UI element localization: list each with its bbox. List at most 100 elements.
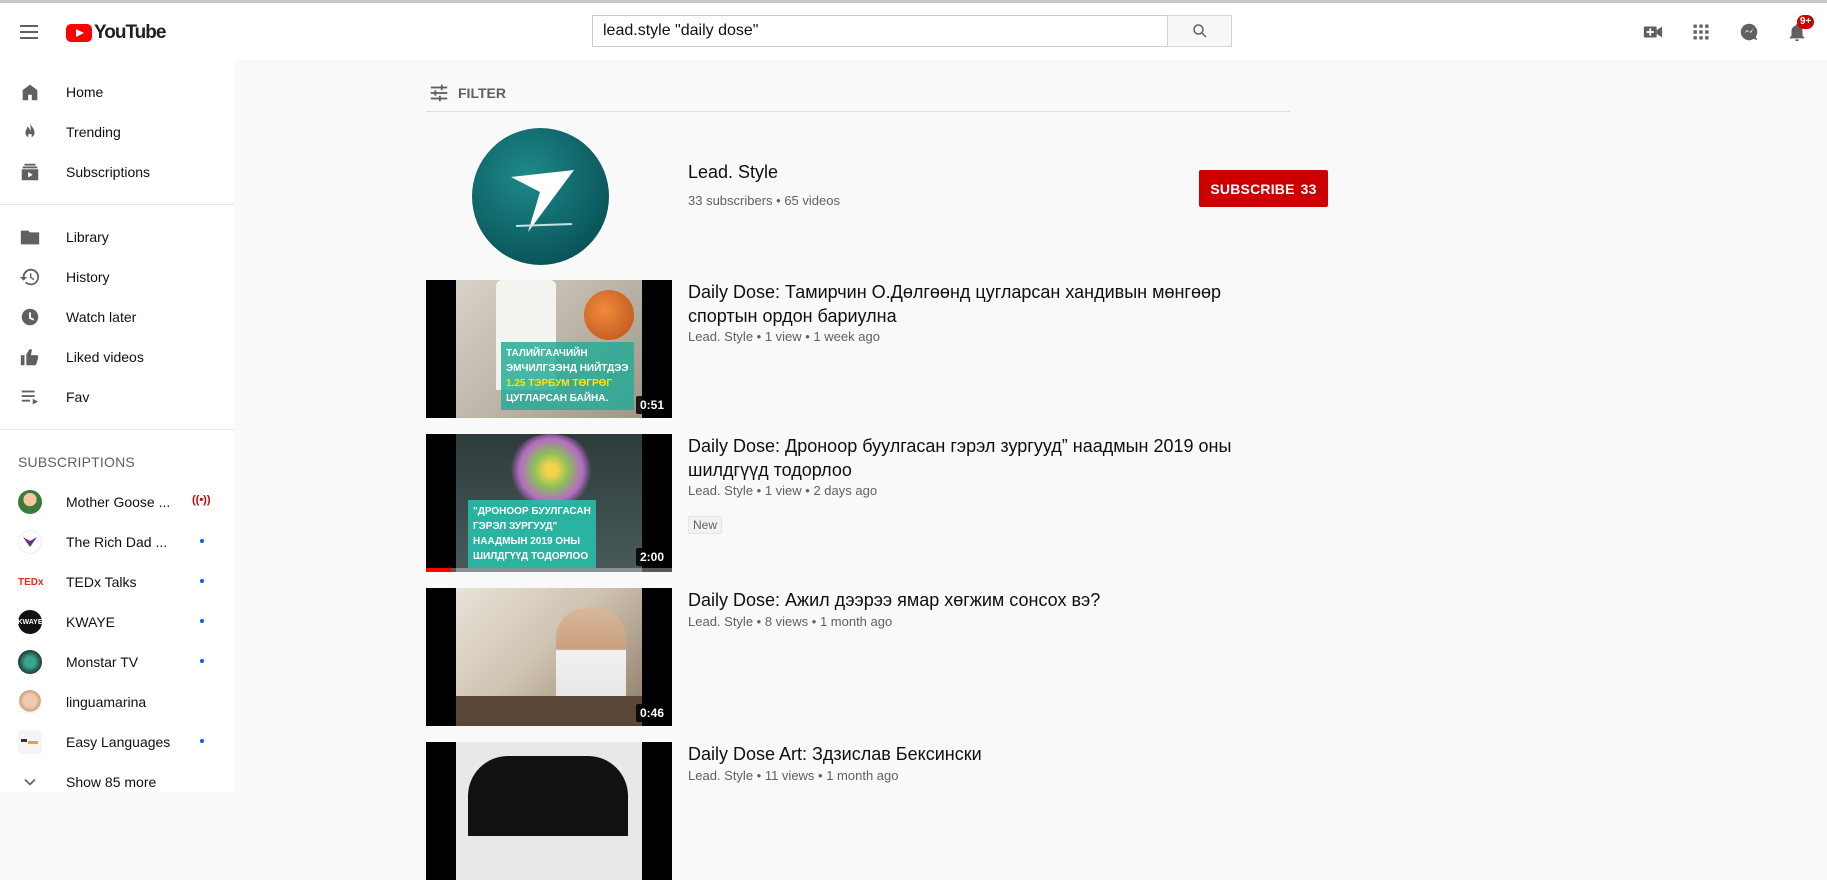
- search-button[interactable]: [1167, 15, 1232, 47]
- channel-avatar: [18, 690, 42, 714]
- chevron-down-icon: [18, 770, 42, 794]
- search-results: FILTER Lead. Style 33 subscribers • 65 v…: [234, 60, 1827, 880]
- subscription-item[interactable]: Monstar TV: [0, 642, 234, 682]
- thumbnail-caption: "ДРОНООР БУУЛГАСАН ГЭРЭЛ ЗУРГУУД" НААДМЫ…: [468, 500, 596, 568]
- history-icon: [18, 265, 42, 289]
- caption-line: НААДМЫН 2019 ОНЫ: [473, 536, 581, 547]
- apps-grid-icon[interactable]: [1689, 20, 1713, 44]
- live-icon: ((•)): [192, 494, 211, 506]
- youtube-logo[interactable]: YouTube: [66, 22, 166, 44]
- clock-icon: [18, 305, 42, 329]
- sidebar-item-library[interactable]: Library: [0, 217, 234, 257]
- search-input[interactable]: [592, 15, 1168, 47]
- video-title[interactable]: Daily Dose: Ажил дээрээ ямар хөгжим сонс…: [688, 588, 1288, 612]
- subscription-name: KWAYE: [66, 614, 116, 630]
- folder-icon: [18, 225, 42, 249]
- video-meta: Lead. Style • 8 views • 1 month ago: [688, 614, 893, 629]
- video-meta: Lead. Style • 11 views • 1 month ago: [688, 768, 899, 783]
- subscriptions-heading: SUBSCRIPTIONS: [18, 454, 135, 470]
- new-content-dot: [200, 659, 204, 663]
- watch-progress-bar: [426, 568, 672, 572]
- channel-name[interactable]: Lead. Style: [688, 162, 778, 183]
- sidebar-item-home[interactable]: Home: [0, 72, 234, 112]
- sidebar-item-label: Subscriptions: [66, 164, 151, 180]
- channel-avatar: [18, 650, 42, 674]
- video-result: 0:46 Daily Dose: Ажил дээрээ ямар хөгжим…: [426, 588, 1290, 726]
- sidebar-item-watch-later[interactable]: Watch later: [0, 297, 234, 337]
- subscriptions-icon: [18, 160, 42, 184]
- caption-line: ГЭРЭЛ ЗУРГУУД": [473, 521, 558, 532]
- menu-icon[interactable]: [17, 20, 41, 44]
- artwork-silhouette: [468, 756, 628, 836]
- video-result: Daily Dose Art: Здзислав Бексински Lead.…: [426, 742, 1290, 880]
- video-thumbnail[interactable]: 0:46: [426, 588, 672, 726]
- video-thumbnail[interactable]: [426, 742, 672, 880]
- video-title[interactable]: Daily Dose: Тамирчин О.Дөлгөөнд цугларса…: [688, 280, 1288, 328]
- desk-surface: [456, 696, 642, 726]
- sidebar-item-history[interactable]: History: [0, 257, 234, 297]
- new-content-dot: [200, 739, 204, 743]
- subscription-name: linguamarina: [66, 694, 147, 710]
- subscription-name: Easy Languages: [66, 734, 170, 750]
- video-duration: 0:46: [635, 704, 668, 722]
- new-content-dot: [200, 619, 204, 623]
- video-meta: Lead. Style • 1 view • 1 week ago: [688, 329, 880, 344]
- filter-button[interactable]: FILTER: [428, 82, 506, 104]
- header-actions: 9+: [1641, 15, 1815, 44]
- channel-avatar: [18, 730, 42, 754]
- sidebar-divider: [0, 429, 234, 430]
- subscriber-count: 33: [1300, 180, 1317, 197]
- video-thumbnail[interactable]: "ДРОНООР БУУЛГАСАН ГЭРЭЛ ЗУРГУУД" НААДМЫ…: [426, 434, 672, 572]
- show-more-label: Show 85 more: [66, 774, 157, 790]
- filter-divider: [426, 111, 1290, 112]
- playlist-icon: [18, 385, 42, 409]
- subscription-item[interactable]: Easy Languages: [0, 722, 234, 762]
- subscribe-button[interactable]: SUBSCRIBE 33: [1199, 170, 1328, 207]
- sidebar-item-label: History: [66, 269, 110, 285]
- notifications-icon[interactable]: 9+: [1785, 15, 1815, 44]
- messages-icon[interactable]: [1737, 20, 1761, 44]
- channel-avatar: KWAYE: [17, 610, 43, 634]
- subscription-name: The Rich Dad ...: [66, 534, 168, 550]
- subscription-item[interactable]: KWAYE KWAYE: [0, 602, 234, 642]
- create-video-icon[interactable]: [1641, 20, 1665, 44]
- channel-avatar-large[interactable]: [472, 128, 609, 265]
- video-title[interactable]: Daily Dose: Дроноор буулгасан гэрэл зург…: [688, 434, 1288, 482]
- new-content-dot: [200, 579, 204, 583]
- search-box: [592, 15, 1232, 47]
- show-more-button[interactable]: Show 85 more: [0, 762, 234, 802]
- sidebar-item-label: Liked videos: [66, 349, 144, 365]
- subscription-name: Mother Goose ...: [66, 494, 170, 510]
- sidebar-item-label: Watch later: [66, 309, 137, 325]
- drone-flower-image: [506, 434, 596, 506]
- subscription-item[interactable]: Mother Goose ... ((•)): [0, 482, 234, 522]
- youtube-logo-icon: [66, 24, 92, 42]
- channel-avatar: [18, 490, 42, 514]
- notification-count-badge: 9+: [1797, 15, 1815, 29]
- channel-avatar: TEDx: [18, 576, 44, 588]
- subscription-item[interactable]: The Rich Dad ...: [0, 522, 234, 562]
- sidebar-item-label: Trending: [66, 124, 121, 140]
- subscription-item[interactable]: TEDx TEDx Talks: [0, 562, 234, 602]
- subscription-item[interactable]: linguamarina: [0, 682, 234, 722]
- caption-line: ТАЛИЙГААЧИЙН: [506, 348, 588, 359]
- thumbnail-caption: ТАЛИЙГААЧИЙН ЭМЧИЛГЭЭНД НИЙТДЭЭ 1.25 ТЭР…: [501, 342, 634, 410]
- filter-label: FILTER: [458, 85, 506, 101]
- sidebar-item-trending[interactable]: Trending: [0, 112, 234, 152]
- sidebar-item-liked-videos[interactable]: Liked videos: [0, 337, 234, 377]
- new-content-dot: [200, 539, 204, 543]
- masthead: YouTube 9+: [0, 3, 1827, 60]
- sidebar-item-subscriptions[interactable]: Subscriptions: [0, 152, 234, 192]
- caption-line: ЦУГЛАРСАН БАЙНА.: [506, 393, 609, 404]
- sidebar-divider: [0, 204, 234, 205]
- video-duration: 2:00: [635, 548, 668, 566]
- guide-sidebar: Home Trending Subscriptions Library Hist…: [0, 60, 234, 792]
- sidebar-item-fav[interactable]: Fav: [0, 377, 234, 417]
- thumbnail-image: [456, 742, 642, 880]
- basketball: [584, 290, 634, 340]
- video-result: ТАЛИЙГААЧИЙН ЭМЧИЛГЭЭНД НИЙТДЭЭ 1.25 ТЭР…: [426, 280, 1290, 418]
- channel-avatar: [18, 530, 42, 554]
- video-thumbnail[interactable]: ТАЛИЙГААЧИЙН ЭМЧИЛГЭЭНД НИЙТДЭЭ 1.25 ТЭР…: [426, 280, 672, 418]
- video-title[interactable]: Daily Dose Art: Здзислав Бексински: [688, 742, 1288, 766]
- channel-result: Lead. Style 33 subscribers • 65 videos S…: [426, 128, 1328, 266]
